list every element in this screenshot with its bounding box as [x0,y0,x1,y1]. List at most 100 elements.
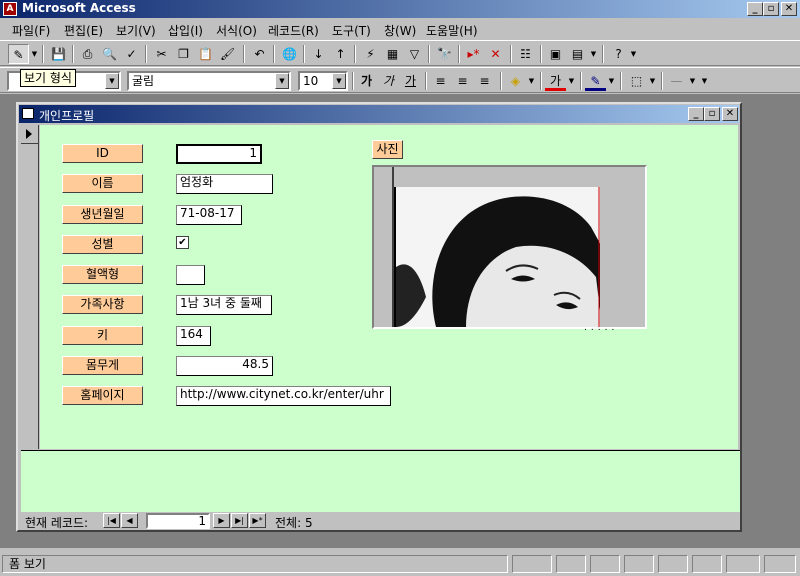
label-id: ID [62,144,143,163]
font-name-select[interactable]: 굴림 ▼ [127,71,291,91]
fill-color-icon[interactable]: ◈ [505,71,526,91]
font-name-value: 굴림 [132,74,155,88]
next-record-icon[interactable]: ▶ [213,513,230,528]
bold-icon[interactable]: 가 [356,71,377,91]
italic-icon[interactable]: 가 [378,71,399,91]
label-birthdate: 생년월일 [62,205,143,224]
detail-divider [738,125,740,449]
minimize-icon[interactable]: _ [747,2,763,16]
font-size-arrow-icon[interactable]: ▼ [332,73,346,89]
form-view-toolbar: ✎ ▼ 💾 ⎙ 🔍 ✓ ✂ ❐ 📋 🖌 ↶ 🌐 ↓ ↑ ⚡ ▦ ▽ 🔭 ▸* ✕… [0,40,800,66]
form-icon[interactable] [22,108,34,119]
properties-icon[interactable]: ☷ [515,44,536,64]
form-window: 개인프로필 _ ▫ ✕ ID 1 이름 엄정화 생년월일 71-08-17 성별… [16,102,742,532]
menu-edit[interactable]: 편집(E) [64,22,103,39]
save-icon[interactable]: 💾 [48,44,69,64]
form-minimize-icon[interactable]: _ [688,107,704,121]
menu-insert[interactable]: 삽입(I) [168,22,203,39]
menu-tools[interactable]: 도구(T) [332,22,371,39]
view-icon[interactable]: ✎ [8,44,29,64]
previous-record-icon[interactable]: ◀ [121,513,138,528]
menu-view[interactable]: 보기(V) [116,22,156,39]
filter-by-form-icon[interactable]: ▦ [382,44,403,64]
field-gender-checkbox[interactable]: ✔ [176,236,189,249]
form-restore-icon[interactable]: ▫ [704,107,720,121]
current-record-arrow-icon [26,129,32,139]
app-title-bar: A Microsoft Access _ ▫ ✕ [0,0,800,18]
label-gender: 성별 [62,235,143,254]
undo-icon[interactable]: ↶ [249,44,270,64]
close-icon[interactable]: ✕ [781,2,797,16]
spelling-icon[interactable]: ✓ [121,44,142,64]
field-height[interactable]: 164 [176,326,211,346]
line-color-icon[interactable]: ✎ [585,71,606,91]
delete-record-icon[interactable]: ✕ [485,44,506,64]
menu-help[interactable]: 도움말(H) [426,22,478,39]
hyperlink-icon[interactable]: 🌐 [279,44,300,64]
label-homepage: 홈페이지 [62,386,143,405]
help-dropdown-icon[interactable]: ▼ [629,44,638,64]
field-homepage[interactable]: http://www.citynet.co.kr/enter/uhr [176,386,391,406]
form-close-icon[interactable]: ✕ [722,107,738,121]
underline-icon[interactable]: 가 [400,71,421,91]
special-effect-dropdown-icon[interactable]: ▼ [700,71,709,91]
font-color-icon[interactable]: 가 [545,71,566,91]
font-size-select[interactable]: 10 ▼ [298,71,348,91]
paste-icon[interactable]: 📋 [195,44,216,64]
print-icon[interactable]: ⎙ [77,44,98,64]
last-record-icon[interactable]: ▶| [231,513,248,528]
sort-descending-icon[interactable]: ↑ [330,44,351,64]
restore-icon[interactable]: ▫ [763,2,779,16]
font-name-arrow-icon[interactable]: ▼ [275,73,289,89]
border-style-dropdown-icon[interactable]: ▼ [688,71,697,91]
app-title: Microsoft Access [22,1,136,15]
access-app-icon[interactable]: A [3,2,17,16]
record-total: 전체: 5 [275,516,313,530]
new-object-icon[interactable]: ▤ [567,44,588,64]
new-object-dropdown-icon[interactable]: ▼ [589,44,598,64]
field-name[interactable]: 엄정화 [176,174,273,194]
filter-by-selection-icon[interactable]: ⚡ [360,44,381,64]
sort-ascending-icon[interactable]: ↓ [308,44,329,64]
fill-color-dropdown-icon[interactable]: ▼ [527,71,536,91]
record-selector[interactable] [21,125,39,449]
view-dropdown-icon[interactable]: ▼ [30,44,39,64]
menu-records[interactable]: 레코드(R) [268,22,319,39]
format-painter-icon[interactable]: 🖌 [217,44,238,64]
menu-file[interactable]: 파일(F) [12,22,50,39]
font-color-dropdown-icon[interactable]: ▼ [567,71,576,91]
menu-format[interactable]: 서식(O) [216,22,257,39]
formatting-toolbar: ▼ 굴림 ▼ 10 ▼ 가 가 가 ≡ ≡ ≡ ◈ ▼ 가 ▼ ✎ ▼ ⬚ ▼ … [0,67,800,93]
new-record-nav-icon[interactable]: ▶* [249,513,266,528]
database-window-icon[interactable]: ▣ [545,44,566,64]
line-width-icon[interactable]: ⬚ [626,71,647,91]
status-text: 폼 보기 [2,555,508,573]
field-birthdate[interactable]: 71-08-17 [176,205,242,225]
field-blood-type[interactable] [176,265,205,285]
object-selector-arrow-icon[interactable]: ▼ [105,73,119,89]
field-id[interactable]: 1 [176,144,262,164]
align-center-icon[interactable]: ≡ [452,71,473,91]
align-left-icon[interactable]: ≡ [430,71,451,91]
first-record-icon[interactable]: |◀ [103,513,120,528]
line-color-dropdown-icon[interactable]: ▼ [607,71,616,91]
photo-frame: ..... [372,165,647,333]
align-right-icon[interactable]: ≡ [474,71,495,91]
border-style-icon[interactable]: — [666,71,687,91]
print-preview-icon[interactable]: 🔍 [99,44,120,64]
label-blood-type: 혈액형 [62,265,143,284]
help-icon[interactable]: ? [608,44,629,64]
menu-window[interactable]: 창(W) [384,22,416,39]
portrait-photo[interactable] [394,187,600,327]
cut-icon[interactable]: ✂ [151,44,172,64]
line-width-dropdown-icon[interactable]: ▼ [648,71,657,91]
apply-filter-icon[interactable]: ▽ [404,44,425,64]
field-weight[interactable]: 48.5 [176,356,273,376]
find-icon[interactable]: 🔭 [434,44,455,64]
form-footer-section [21,450,740,512]
view-tooltip: 보기 형식 [20,69,76,87]
new-record-icon[interactable]: ▸* [463,44,484,64]
copy-icon[interactable]: ❐ [173,44,194,64]
current-record-input[interactable]: 1 [146,513,210,529]
field-family[interactable]: 1남 3녀 중 둘째 [176,295,272,315]
